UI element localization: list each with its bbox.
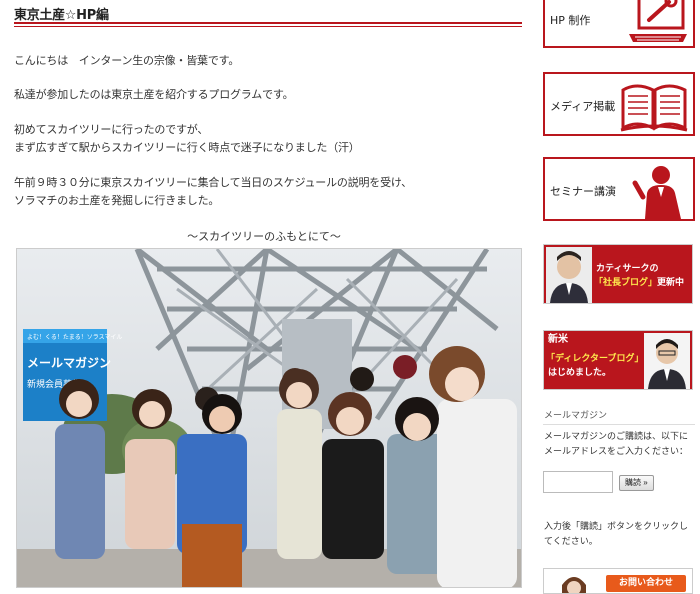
post-title[interactable]: 東京土産☆HP編 [14, 4, 109, 23]
paragraph-program: 私達が参加したのは東京土産を紹介するプログラムです。 [14, 88, 294, 101]
banner-president-line2: 「社長ブログ」更新中 [594, 277, 684, 289]
banner-president-line2b: 更新中 [657, 278, 685, 288]
contact-banner[interactable]: お問い合わせ [543, 568, 693, 594]
paragraph-schedule: 午前９時３０分に東京スカイツリーに集合して当日のスケジュールの説明を受け、 ソラ… [14, 176, 412, 207]
title-divider [14, 22, 522, 24]
laptop-wrench-icon [625, 0, 689, 50]
mailmag-description: メールマガジンのご購読は、以下にメールアドレスをご入力ください： [544, 432, 689, 457]
operator-image [562, 577, 586, 593]
group-photo[interactable]: よむ！くる！たまる！ソラスマイル メールマガジン 新規会員募集 [16, 248, 522, 588]
banner-director-line2: はじめました。 [548, 368, 612, 378]
main-content: 東京土産☆HP編 こんにちは インターン生の宗像・皆葉です。 私達が参加したのは… [0, 0, 528, 594]
sign-text-title: メールマガジン [27, 355, 111, 370]
sidebar-menu-hp[interactable]: HP 制作 [543, 0, 695, 48]
mailmag-divider [543, 424, 695, 425]
banner-president-line1: カティサークの [596, 264, 659, 274]
banner-president-blog[interactable]: カティサークの 「社長ブログ」更新中 [543, 244, 693, 304]
sign-text-tagline: よむ！くる！たまる！ソラスマイル [27, 334, 122, 341]
sidebar-menu-label: セミナー講演 [550, 185, 616, 198]
sidebar-menu-seminar[interactable]: セミナー講演 [543, 157, 695, 221]
banner-director-line1-text: 「ディレクターブログ」 [546, 354, 644, 364]
mailmag-title: メールマガジン [544, 411, 608, 421]
photo-caption: 〜スカイツリーのふもとにて〜 [187, 230, 341, 243]
sidebar: HP 制作 メディア掲載 セミナー講演 カティサークの 「社長ブログ」更新中 新… [540, 0, 700, 594]
paragraph-skytree: 初めてスカイツリーに行ったのですが、 まず広すぎて駅からスカイツリーに行く時点で… [14, 123, 360, 154]
mailmag-note: 入力後「購読」ボタンをクリックしてください。 [544, 522, 689, 547]
banner-director-line1: 「ディレクターブログ」 [546, 353, 643, 365]
open-book-icon [619, 78, 689, 138]
sidebar-menu-label: メディア掲載 [550, 100, 616, 113]
speaker-silhouette-icon [629, 163, 689, 223]
title-divider-thin [14, 26, 522, 27]
banner-director-blog[interactable]: 新米 「ディレクターブログ」 はじめました。 [543, 330, 693, 390]
contact-button[interactable]: お問い合わせ [606, 575, 686, 592]
paragraph-greeting: こんにちは インターン生の宗像・皆葉です。 [14, 54, 240, 67]
director-avatar [644, 333, 690, 389]
banner-president-line2a: 「社長ブログ」 [594, 278, 658, 288]
email-field[interactable] [543, 471, 613, 493]
sidebar-menu-media[interactable]: メディア掲載 [543, 72, 695, 136]
subscribe-button[interactable]: 購読 » [619, 475, 654, 491]
sidebar-menu-label: HP 制作 [550, 14, 591, 27]
banner-director-tag: 新米 [548, 334, 568, 345]
president-avatar [546, 247, 592, 303]
